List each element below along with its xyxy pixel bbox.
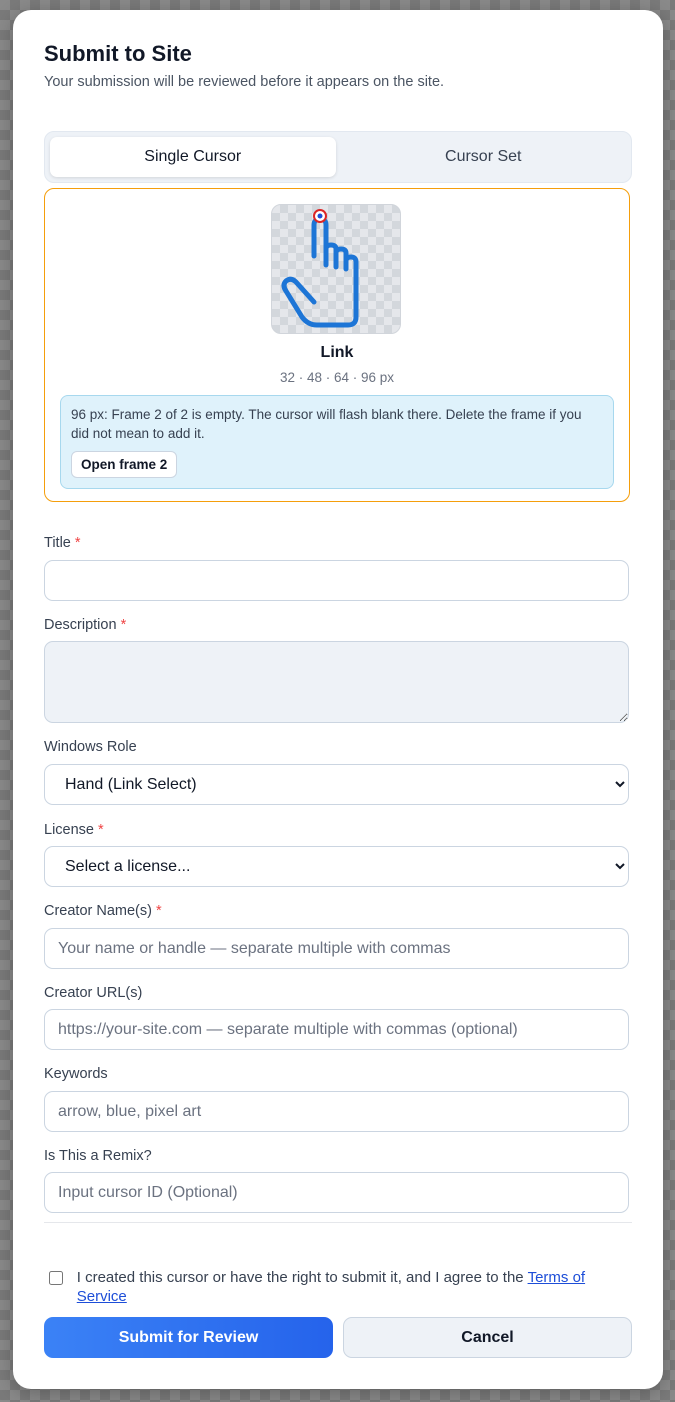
keywords-label: Keywords xyxy=(44,1066,108,1082)
keywords-input[interactable] xyxy=(44,1091,629,1132)
cancel-button[interactable]: Cancel xyxy=(343,1317,632,1358)
license-select[interactable]: Select a license... xyxy=(44,846,629,887)
tab-single-cursor[interactable]: Single Cursor xyxy=(50,137,336,177)
description-label: Description * xyxy=(44,617,127,633)
creator-names-input[interactable] xyxy=(44,928,629,969)
remix-label: Is This a Remix? xyxy=(44,1148,152,1164)
cursor-preview-card: Link 32 · 48 · 64 · 96 px 96 px: Frame 2… xyxy=(44,188,630,502)
cursor-thumbnail xyxy=(271,204,401,334)
title-input[interactable] xyxy=(44,560,629,601)
submission-type-tabs: Single Cursor Cursor Set xyxy=(44,131,632,183)
cursor-sizes: 32 · 48 · 64 · 96 px xyxy=(279,370,395,385)
divider xyxy=(44,1222,632,1223)
cursor-name: Link xyxy=(320,344,354,361)
terms-agreement: I created this cursor or have the right … xyxy=(49,1268,629,1306)
open-frame-button[interactable]: Open frame 2 xyxy=(71,451,178,478)
creator-urls-input[interactable] xyxy=(44,1009,629,1050)
dialog-subtitle: Your submission will be reviewed before … xyxy=(44,74,445,90)
empty-frame-warning: 96 px: Frame 2 of 2 is empty. The cursor… xyxy=(60,395,614,489)
windows-role-label: Windows Role xyxy=(44,739,137,755)
submit-dialog: Submit to Site Your submission will be r… xyxy=(13,10,663,1389)
hand-pointer-icon xyxy=(281,209,359,328)
terms-text: I created this cursor or have the right … xyxy=(76,1269,586,1305)
creator-urls-label: Creator URL(s) xyxy=(44,985,143,1001)
windows-role-select[interactable]: Hand (Link Select) xyxy=(44,764,629,805)
title-label: Title * xyxy=(44,535,81,551)
license-label: License * xyxy=(44,822,104,838)
terms-checkbox[interactable] xyxy=(49,1271,63,1285)
description-textarea[interactable] xyxy=(44,641,629,723)
tab-cursor-set[interactable]: Cursor Set xyxy=(341,137,627,177)
remix-input[interactable] xyxy=(44,1172,629,1213)
submit-for-review-button[interactable]: Submit for Review xyxy=(44,1317,333,1358)
creator-names-label: Creator Name(s) * xyxy=(44,903,162,919)
warning-text: 96 px: Frame 2 of 2 is empty. The cursor… xyxy=(71,407,582,441)
dialog-title: Submit to Site xyxy=(44,41,192,66)
